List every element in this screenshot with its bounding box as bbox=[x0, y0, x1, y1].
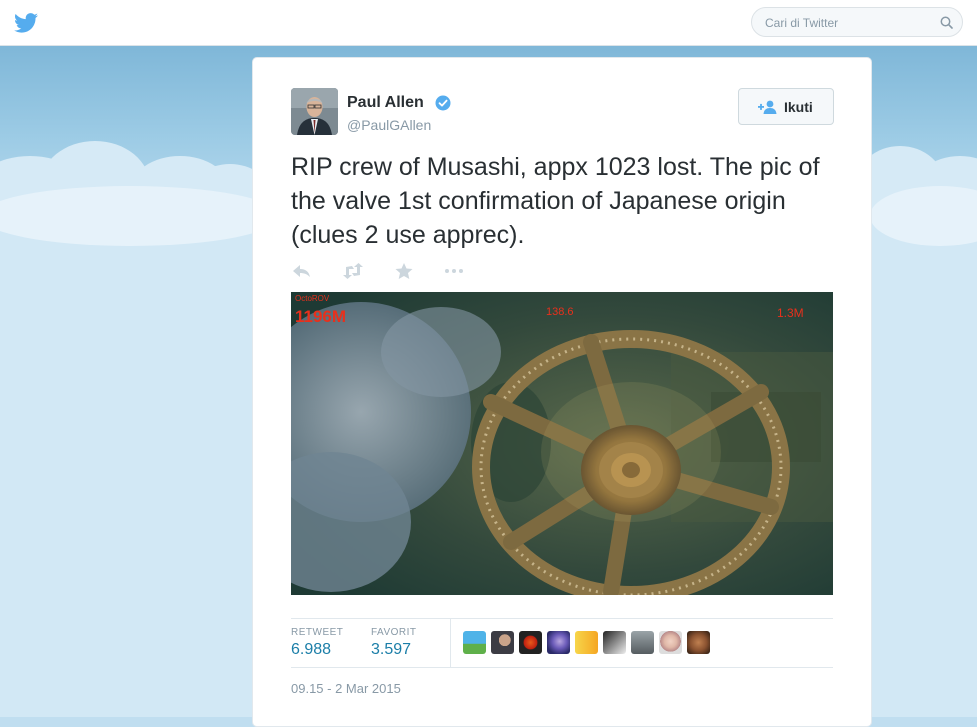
author-name[interactable]: Paul Allen bbox=[347, 94, 424, 112]
retweet-stat[interactable]: RETWEET 6.988 bbox=[291, 627, 343, 659]
retweet-stat-label: RETWEET bbox=[291, 627, 344, 638]
favoriter-avatar[interactable] bbox=[659, 631, 682, 654]
favoriter-avatar[interactable] bbox=[519, 631, 542, 654]
tweet-timestamp[interactable]: 09.15 - 2 Mar 2015 bbox=[291, 681, 401, 696]
favorite-star-icon[interactable] bbox=[393, 262, 415, 280]
follow-label: Ikuti bbox=[784, 99, 813, 115]
camera-label: OctoROV bbox=[295, 294, 330, 303]
favoriter-avatar[interactable] bbox=[463, 631, 486, 654]
twitter-bird-icon[interactable] bbox=[14, 13, 38, 33]
favoriter-avatar[interactable] bbox=[687, 631, 710, 654]
tweet-actions bbox=[291, 262, 491, 282]
top-bar bbox=[0, 0, 977, 46]
stats-divider bbox=[450, 619, 451, 667]
follow-button[interactable]: Ikuti bbox=[738, 88, 834, 125]
search-box[interactable] bbox=[751, 7, 963, 37]
range-readout: 1.3M bbox=[777, 306, 804, 320]
author-handle[interactable]: @PaulGAllen bbox=[347, 117, 431, 133]
heading-readout: 138.6 bbox=[546, 306, 574, 318]
retweet-icon[interactable] bbox=[342, 262, 364, 280]
favorite-stat-label: FAVORIT bbox=[371, 627, 417, 638]
tweet-text: RIP crew of Musashi, appx 1023 lost. The… bbox=[291, 153, 820, 249]
more-options-icon[interactable] bbox=[443, 262, 465, 280]
favoriter-avatar[interactable] bbox=[575, 631, 598, 654]
tweet-card: Paul Allen @PaulGAllen Ikuti RIP crew of… bbox=[252, 57, 872, 727]
favorite-count: 3.597 bbox=[371, 641, 412, 658]
tweet-photo[interactable]: OctoROV 1196M 138.6 1.3M bbox=[291, 292, 833, 595]
favoriter-avatar[interactable] bbox=[603, 631, 626, 654]
retweet-count: 6.988 bbox=[291, 641, 332, 658]
verified-badge-icon bbox=[435, 95, 451, 111]
favoriter-avatar[interactable] bbox=[631, 631, 654, 654]
author-avatar[interactable] bbox=[291, 88, 338, 135]
reply-icon[interactable] bbox=[291, 262, 313, 280]
favoriter-avatar[interactable] bbox=[547, 631, 570, 654]
favorite-stat[interactable]: FAVORIT 3.597 bbox=[371, 627, 417, 659]
valve-wheel-photo bbox=[291, 292, 833, 595]
depth-readout: 1196M bbox=[295, 307, 347, 326]
search-icon[interactable] bbox=[940, 16, 953, 29]
follow-user-icon bbox=[758, 100, 777, 114]
favoriter-avatar[interactable] bbox=[491, 631, 514, 654]
search-input[interactable] bbox=[763, 13, 937, 33]
tweet-stats: RETWEET 6.988 FAVORIT 3.597 bbox=[291, 618, 833, 668]
